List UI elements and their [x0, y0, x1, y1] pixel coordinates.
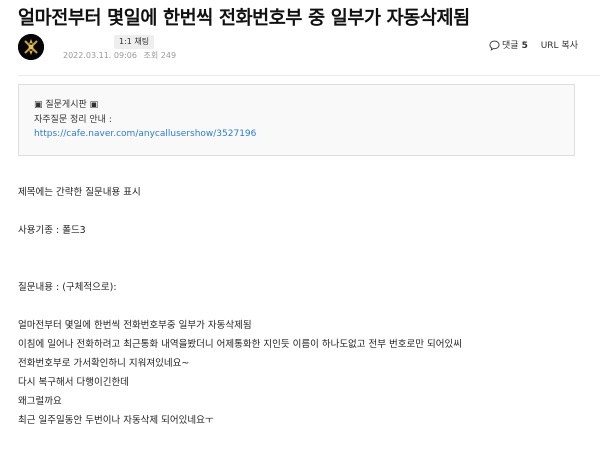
comment-count: 5	[521, 41, 528, 51]
body-line-8: 왜그럴까요	[18, 396, 62, 407]
body-line-5: 이침에 일어나 전화하려고 최근통화 내역을봤더니 어제통화한 지인듯 이름이 …	[18, 339, 462, 350]
post-tools: 댓글 5 URL 복사	[489, 38, 578, 54]
body-line-1: 제목에는 간략한 질문내용 표시	[18, 187, 141, 198]
author-row: 1:1 채팅 2022.03.11. 09:06 조회 249 댓글 5 URL …	[18, 34, 588, 64]
post-meta: 2022.03.11. 09:06 조회 249	[63, 50, 180, 61]
header-divider	[18, 75, 600, 76]
notice-box: ▣ 질문게시판 ▣ 자주질문 정리 안내 : https://cafe.nave…	[18, 84, 575, 156]
body-line-3: 질문내용 : (구체적으로):	[18, 282, 117, 293]
body-line-2: 사용기종 : 폴드3	[18, 225, 86, 236]
comment-label: 댓글	[502, 41, 519, 51]
chat-button[interactable]: 1:1 채팅	[114, 35, 155, 49]
view-count: 조회 249	[143, 51, 177, 60]
notice-subtitle: 자주질문 정리 안내 :	[34, 115, 112, 125]
post-title: 얼마전부터 몇일에 한번씩 전화번호부 중 일부가 자동삭제됨	[18, 8, 470, 29]
post-date: 2022.03.11. 09:06	[63, 51, 137, 60]
comment-bubble-icon	[489, 40, 500, 51]
body-line-4: 얼마전부터 몇일에 한번씩 전화번호부중 일부가 자동삭제됨	[18, 320, 252, 331]
avatar[interactable]	[18, 34, 44, 60]
body-line-7: 다시 복구해서 다행이긴한데	[18, 377, 129, 388]
notice-link[interactable]: https://cafe.naver.com/anycallusershow/3…	[34, 129, 256, 139]
comment-button[interactable]: 댓글 5	[489, 38, 528, 51]
body-line-9: 최근 일주일동안 두번이나 자동삭제 되어있네요ㅜ	[18, 415, 214, 426]
notice-title: ▣ 질문게시판 ▣	[34, 100, 99, 110]
body-line-6: 전화번호부로 가서확인하니 지워져있네요~	[18, 358, 190, 369]
url-copy-button[interactable]: URL 복사	[541, 38, 578, 51]
avatar-emblem-icon	[18, 34, 44, 60]
